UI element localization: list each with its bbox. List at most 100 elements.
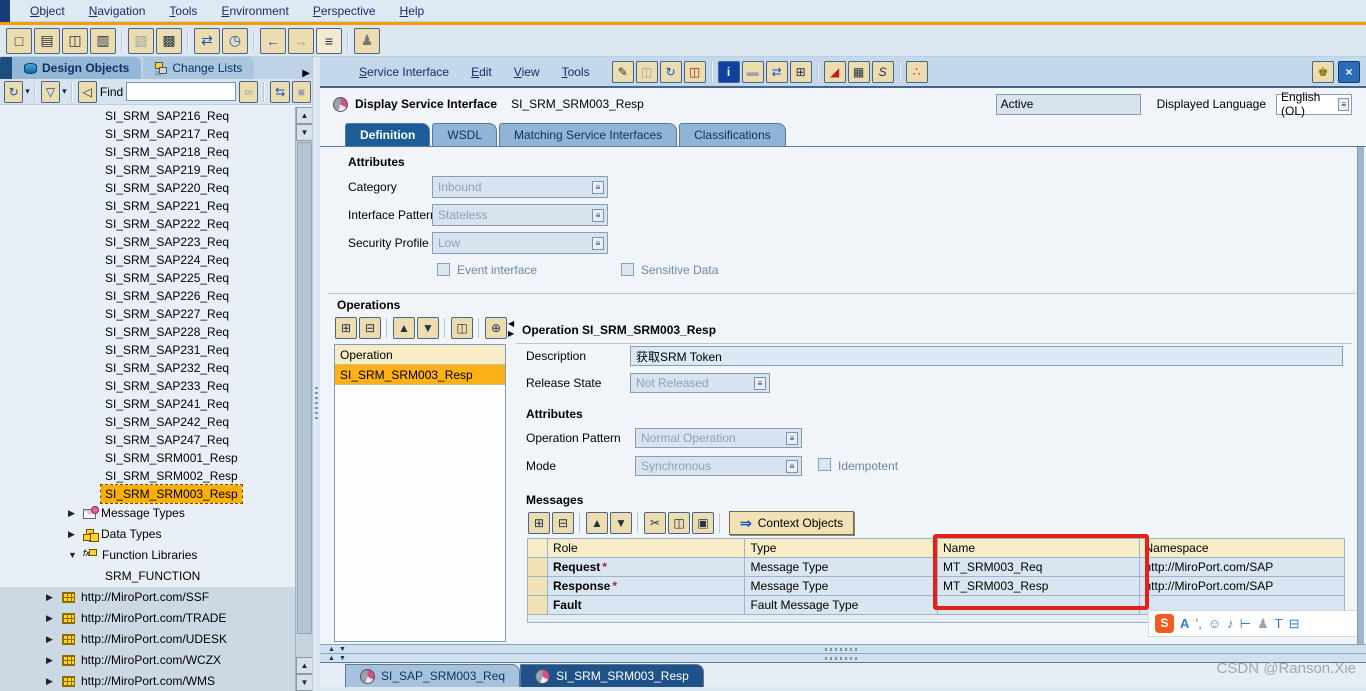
tree-category-data-types[interactable]: ▶ Data Types	[0, 524, 295, 545]
new-icon[interactable]: □	[6, 27, 32, 54]
collapse-arrow-icon[interactable]: ▼	[68, 545, 78, 566]
table-row-request[interactable]: Request * Message Type MT_SRM003_Req http…	[528, 558, 1344, 577]
expand-up-icon[interactable]: ▲	[328, 655, 335, 662]
move-up-icon[interactable]: ▲	[586, 512, 608, 534]
transfer-icon[interactable]: ⇄	[194, 27, 220, 54]
move-up-icon[interactable]: ▲	[393, 317, 415, 339]
splitter-grip[interactable]	[825, 657, 859, 660]
name-value[interactable]: MT_SRM003_Resp	[938, 577, 1140, 596]
delete-row-icon[interactable]: ⊟	[552, 512, 574, 534]
tree-item[interactable]: SI_SRM_SAP224_Req	[0, 251, 295, 269]
operation-pattern-dropdown[interactable]: Normal Operation ≡	[635, 428, 802, 448]
splitter-grip[interactable]	[315, 387, 318, 421]
tree-item[interactable]: SI_SRM_SAP216_Req	[0, 107, 295, 125]
tree-item[interactable]: SI_SRM_SAP220_Req	[0, 179, 295, 197]
tree-item[interactable]: SI_SRM_SAP247_Req	[0, 431, 295, 449]
open-icon[interactable]: ▤	[34, 27, 60, 54]
sensitive-data-checkbox[interactable]	[621, 263, 634, 276]
tree-category-function-libraries[interactable]: ▼ Function Libraries	[0, 543, 295, 566]
splitter-grip[interactable]	[825, 648, 859, 651]
history-icon[interactable]: ◷	[222, 27, 248, 54]
collapse-panel-arrow-icon[interactable]: ▶	[302, 68, 312, 79]
menu-tools[interactable]: Tools	[551, 65, 601, 79]
where-used-icon[interactable]: ⊞	[789, 60, 812, 83]
interface-pattern-dropdown[interactable]: Stateless ≡	[432, 204, 608, 226]
copy-icon[interactable]: ◫	[668, 512, 690, 534]
menu-help[interactable]: Help	[388, 0, 437, 22]
tree-namespace[interactable]: ▶ http://MiroPort.com/UDESK	[0, 629, 295, 650]
list-icon[interactable]: ≡	[316, 27, 342, 54]
tab-si-sap-srm003-req[interactable]: SI_SAP_SRM003_Req	[345, 664, 521, 687]
trophy-icon[interactable]: ♚	[1312, 60, 1334, 83]
table-row-response[interactable]: Response * Message Type MT_SRM003_Resp ht…	[528, 577, 1344, 596]
tree-item[interactable]: SI_SRM_SRM001_Resp	[0, 449, 295, 467]
operation-row-selected[interactable]: SI_SRM_SRM003_Resp	[335, 365, 505, 385]
row-selector[interactable]	[528, 558, 548, 577]
find-input[interactable]	[126, 82, 237, 101]
menu-grid-icon[interactable]: ⊟	[1289, 616, 1300, 632]
tree-item[interactable]: SI_SRM_SAP219_Req	[0, 161, 295, 179]
save-icon[interactable]: ◫	[635, 60, 658, 83]
collapse-down-icon[interactable]: ▼	[339, 646, 346, 653]
menu-object[interactable]: Object	[18, 0, 77, 22]
tree-item[interactable]: SI_SRM_SAP218_Req	[0, 143, 295, 161]
scroll-up-icon[interactable]: ▲	[296, 657, 312, 674]
tree-item-selected[interactable]: SI_SRM_SRM003_Resp	[100, 484, 243, 504]
copy-icon[interactable]: ◫	[683, 60, 706, 83]
tree-scrollbar[interactable]: ▲ ▼ ▲ ▼	[295, 107, 312, 691]
tree-item[interactable]: SI_SRM_SAP241_Req	[0, 395, 295, 413]
hat-icon[interactable]: ◢	[823, 60, 846, 83]
menu-navigation[interactable]: Navigation	[77, 0, 158, 22]
stop-icon[interactable]: ■	[291, 80, 311, 103]
menu-tools[interactable]: Tools	[157, 0, 209, 22]
tree-item[interactable]: SI_SRM_SAP231_Req	[0, 341, 295, 359]
paste-icon[interactable]: ▣	[692, 512, 714, 534]
tree-category-message-types[interactable]: ▶ Message Types	[0, 503, 295, 524]
dropdown-icon[interactable]: ≡	[786, 459, 798, 473]
row-selector[interactable]	[528, 577, 548, 596]
move-down-icon[interactable]: ▼	[610, 512, 632, 534]
scroll-down-icon[interactable]: ▼	[296, 674, 312, 691]
tab-matching-service-interfaces[interactable]: Matching Service Interfaces	[499, 123, 678, 146]
expand-arrow-icon[interactable]: ▶	[46, 587, 56, 608]
book-icon[interactable]: ▬	[741, 60, 764, 83]
tab-classifications[interactable]: Classifications	[679, 123, 786, 146]
back-icon[interactable]: ←	[260, 27, 286, 54]
filter-icon[interactable]: ▽	[40, 80, 61, 103]
release-state-dropdown[interactable]: Not Released ≡	[630, 373, 770, 393]
filter-menu-caret-icon[interactable]: ▾	[62, 86, 67, 97]
horizontal-splitter[interactable]: ▲ ▼	[320, 644, 1366, 653]
swap-icon[interactable]: ⇆	[270, 80, 290, 103]
vertical-scroll-strip[interactable]	[1357, 147, 1364, 644]
horizontal-splitter[interactable]: ▲ ▼	[320, 653, 1366, 662]
delete-row-icon[interactable]: ⊟	[359, 317, 381, 339]
menu-edit[interactable]: Edit	[460, 65, 503, 79]
close-icon[interactable]: ×	[1338, 60, 1360, 83]
insert-row-icon[interactable]: ⊞	[528, 512, 550, 534]
dropdown-icon[interactable]: ≡	[786, 431, 798, 445]
tab-definition[interactable]: Definition	[345, 123, 431, 146]
tab-si-srm-srm003-resp[interactable]: SI_SRM_SRM003_Resp	[520, 664, 704, 687]
detail-splitter[interactable]: ◀ ▶	[508, 319, 516, 619]
category-dropdown[interactable]: Inbound ≡	[432, 176, 608, 198]
expand-up-icon[interactable]: ▲	[328, 646, 335, 653]
tree-item[interactable]: SI_SRM_SAP228_Req	[0, 323, 295, 341]
row-selector[interactable]	[528, 596, 548, 615]
display-edit-toggle-icon[interactable]: ✎	[611, 60, 634, 83]
release-lock-icon[interactable]: ⊕	[485, 317, 507, 339]
dropdown-icon[interactable]: ≡	[592, 236, 604, 250]
panel-splitter[interactable]	[312, 57, 320, 691]
tree-item[interactable]: SI_SRM_SAP223_Req	[0, 233, 295, 251]
delete-icon[interactable]: ▥	[90, 27, 116, 54]
language-mode-icon[interactable]: A	[1180, 616, 1189, 631]
table-icon[interactable]: ▦	[847, 60, 870, 83]
tree-namespace[interactable]: ▶ http://MiroPort.com/SSF	[0, 587, 295, 608]
forward-icon[interactable]: →	[288, 27, 314, 54]
menu-environment[interactable]: Environment	[209, 0, 300, 22]
tree-item[interactable]: SI_SRM_SRM002_Resp	[0, 467, 295, 485]
emoji-icon[interactable]: ☺	[1208, 616, 1221, 631]
insert-row-icon[interactable]: ⊞	[335, 317, 357, 339]
info-icon[interactable]: i	[717, 60, 740, 83]
dropdown-icon[interactable]: ≡	[592, 180, 604, 194]
menu-perspective[interactable]: Perspective	[301, 0, 388, 22]
